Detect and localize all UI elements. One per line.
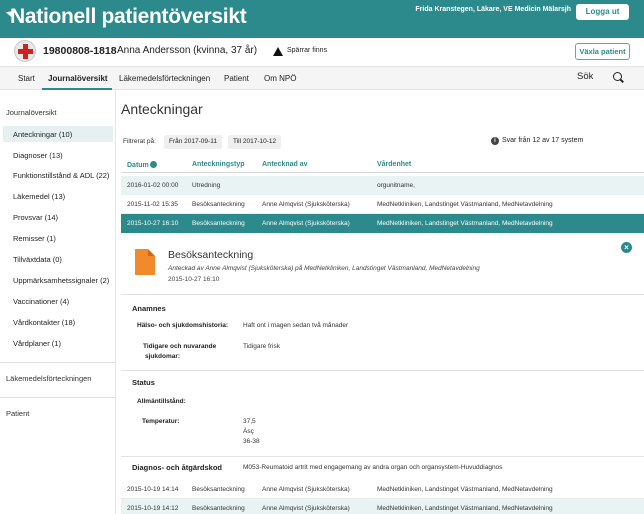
cell-antecknad-av: Anne Almqvist (Sjuksköterska) xyxy=(262,201,350,208)
cell-typ: Besöksanteckning xyxy=(192,486,245,493)
cell-vardenhet: orgunitname, xyxy=(377,182,415,189)
section-divider xyxy=(121,294,644,295)
sidebar-item-vardkontakter[interactable]: Vårdkontakter (18) xyxy=(13,318,75,327)
sidebar-item-lakemedel[interactable]: Läkemedel (13) xyxy=(13,192,65,201)
note-title: Besöksanteckning xyxy=(168,249,254,261)
cell-typ: Besöksanteckning xyxy=(192,201,245,208)
section-heading-status: Status xyxy=(132,378,155,387)
cell-vardenhet: MedNetkliniken, Landstinget Västmanland,… xyxy=(377,201,553,208)
nav-patient[interactable]: Patient xyxy=(224,74,249,83)
field-value-halso: Haft ont i magen sedan två månader xyxy=(243,322,349,329)
page-title: Anteckningar xyxy=(121,101,203,117)
sidebar-item-vaccinationer[interactable]: Vaccinationer (4) xyxy=(13,297,69,306)
cell-datum: 2016-01-02 00:00 xyxy=(127,182,179,189)
sidebar-item-diagnoser[interactable]: Diagnoser (13) xyxy=(13,151,63,160)
warning-icon xyxy=(273,47,283,56)
cell-typ: Besöksanteckning xyxy=(192,505,245,512)
field-label-halso: Hälso- och sjukdomshistoria: xyxy=(137,322,229,329)
sidebar-item-remisser[interactable]: Remisser (1) xyxy=(13,234,56,243)
medical-cross-icon-bar xyxy=(18,49,33,54)
info-icon: i xyxy=(491,137,499,145)
sidebar-section-lakemedel[interactable]: Läkemedelsförteckningen xyxy=(6,374,91,383)
restriction-warning[interactable]: Spärrar finns xyxy=(287,47,327,54)
nav-lakemedelsforteckningen[interactable]: Läkemedelsförteckningen xyxy=(119,74,210,83)
patient-name: Anna Andersson (kvinna, 37 år) xyxy=(117,45,258,56)
field-value-temperatur-range: 36-38 xyxy=(243,438,260,445)
nav-start[interactable]: Start xyxy=(18,74,35,83)
sidebar-section-patient[interactable]: Patient xyxy=(6,409,29,418)
main-nav: Start Journalöversikt Läkemedelsförteckn… xyxy=(0,66,644,90)
document-fold xyxy=(148,249,155,256)
cell-datum: 2015-11-02 15:35 xyxy=(127,201,178,208)
filter-from-chip[interactable]: Från 2017-09-11 xyxy=(164,135,222,149)
field-value-diagnos: M053-Reumatoid artrit med engagemang av … xyxy=(243,464,503,471)
table-header-divider xyxy=(121,172,644,173)
close-icon[interactable]: × xyxy=(621,242,632,253)
table-row[interactable]: 2016-01-02 00:00 Utredning orgunitname, xyxy=(121,176,644,195)
field-label-allmantillstand: Allmäntillstånd: xyxy=(137,398,186,405)
cell-vardenhet: MedNetkliniken, Landstinget Västmanland,… xyxy=(377,220,553,227)
switch-patient-button[interactable]: Växla patient xyxy=(575,43,630,60)
field-value-temperatur-unit: Àsç xyxy=(243,428,254,435)
sidebar-item-uppmarksamhetssignaler[interactable]: Uppmärksamhetssignaler (2) xyxy=(13,276,109,285)
column-header-vardenhet[interactable]: Vårdenhet xyxy=(377,161,411,168)
field-label-tidigare-1: Tidigare och nuvarande xyxy=(143,343,217,350)
filter-label: Filtrerat på: xyxy=(123,138,156,145)
table-row[interactable]: 2015-11-02 15:35 Besöksanteckning Anne A… xyxy=(121,195,644,214)
avatar xyxy=(14,40,36,62)
cell-vardenhet: MedNetkliniken, Landstinget Västmanland,… xyxy=(377,505,553,512)
sidebar-divider xyxy=(0,362,116,363)
cell-antecknad-av: Anne Almqvist (Sjuksköterska) xyxy=(262,220,350,227)
field-label-temperatur: Temperatur: xyxy=(142,418,180,425)
column-header-datum[interactable]: Datum xyxy=(127,161,157,169)
sidebar-divider xyxy=(0,397,116,398)
field-label-tidigare-2: sjukdomar: xyxy=(145,353,181,360)
field-value-tidigare: Tidigare frisk xyxy=(243,343,280,350)
sort-icon[interactable] xyxy=(149,161,157,168)
sidebar-item-funktionstillstand[interactable]: Funktionstillstånd & ADL (22) xyxy=(13,171,109,180)
sidebar-item-tillvaxtdata[interactable]: Tillväxtdata (0) xyxy=(13,255,62,264)
system-response-info[interactable]: Svar från 12 av 17 system xyxy=(502,137,583,144)
search-icon[interactable] xyxy=(613,72,622,81)
cell-datum: 2015-10-19 14:12 xyxy=(127,505,179,512)
section-heading-diagnos: Diagnos- och åtgärdskod xyxy=(132,463,223,472)
column-header-antecknad-av[interactable]: Antecknad av xyxy=(262,161,308,168)
table-row-selected[interactable]: 2015-10-27 16:10 Besöksanteckning Anne A… xyxy=(121,214,644,233)
table-row[interactable]: 2015-10-19 14:12 Besöksanteckning Anne A… xyxy=(121,499,644,514)
cell-typ: Besöksanteckning xyxy=(192,220,245,227)
app-title: Nationell patientöversikt xyxy=(10,5,247,28)
user-info: Frida Kranstegen, Läkare, VE Medicin Mäl… xyxy=(415,6,571,13)
logout-button[interactable]: Logga ut xyxy=(576,4,629,20)
cell-datum: 2015-10-27 16:10 xyxy=(127,220,179,227)
nav-journaloversikt[interactable]: Journalöversikt xyxy=(48,74,108,83)
note-date: 2015-10-27 16:10 xyxy=(168,276,220,283)
search-label[interactable]: Sök xyxy=(577,71,593,82)
section-divider xyxy=(121,456,644,457)
sidebar-item-anteckningar[interactable]: Anteckningar (10) xyxy=(13,130,72,139)
section-divider xyxy=(121,370,644,371)
sidebar-item-provsvar[interactable]: Provsvar (14) xyxy=(13,213,58,222)
cell-antecknad-av: Anne Almqvist (Sjuksköterska) xyxy=(262,505,350,512)
cell-antecknad-av: Anne Almqvist (Sjuksköterska) xyxy=(262,486,350,493)
cell-datum: 2015-10-19 14:14 xyxy=(127,486,179,493)
cell-typ: Utredning xyxy=(192,182,221,189)
note-author: Anteckad av Anne Almqvist (Sjuksköterska… xyxy=(168,265,480,272)
sidebar-section-journal[interactable]: Journalöversikt xyxy=(6,108,56,117)
sidebar-item-vardplaner[interactable]: Vårdplaner (1) xyxy=(13,339,61,348)
filter-to-chip[interactable]: Till 2017-10-12 xyxy=(228,135,282,149)
patient-id: 19800808-1818 xyxy=(43,45,117,57)
table-row[interactable]: 2015-10-19 14:14 Besöksanteckning Anne A… xyxy=(121,480,644,499)
column-header-anteckningstyp[interactable]: Anteckningstyp xyxy=(192,161,245,168)
document-icon xyxy=(135,249,155,275)
section-heading-anamnes: Anamnes xyxy=(132,304,166,313)
field-value-temperatur: 37,5 xyxy=(243,418,256,425)
cell-vardenhet: MedNetkliniken, Landstinget Västmanland,… xyxy=(377,486,553,493)
nav-om-npo[interactable]: Om NPÖ xyxy=(264,74,296,83)
